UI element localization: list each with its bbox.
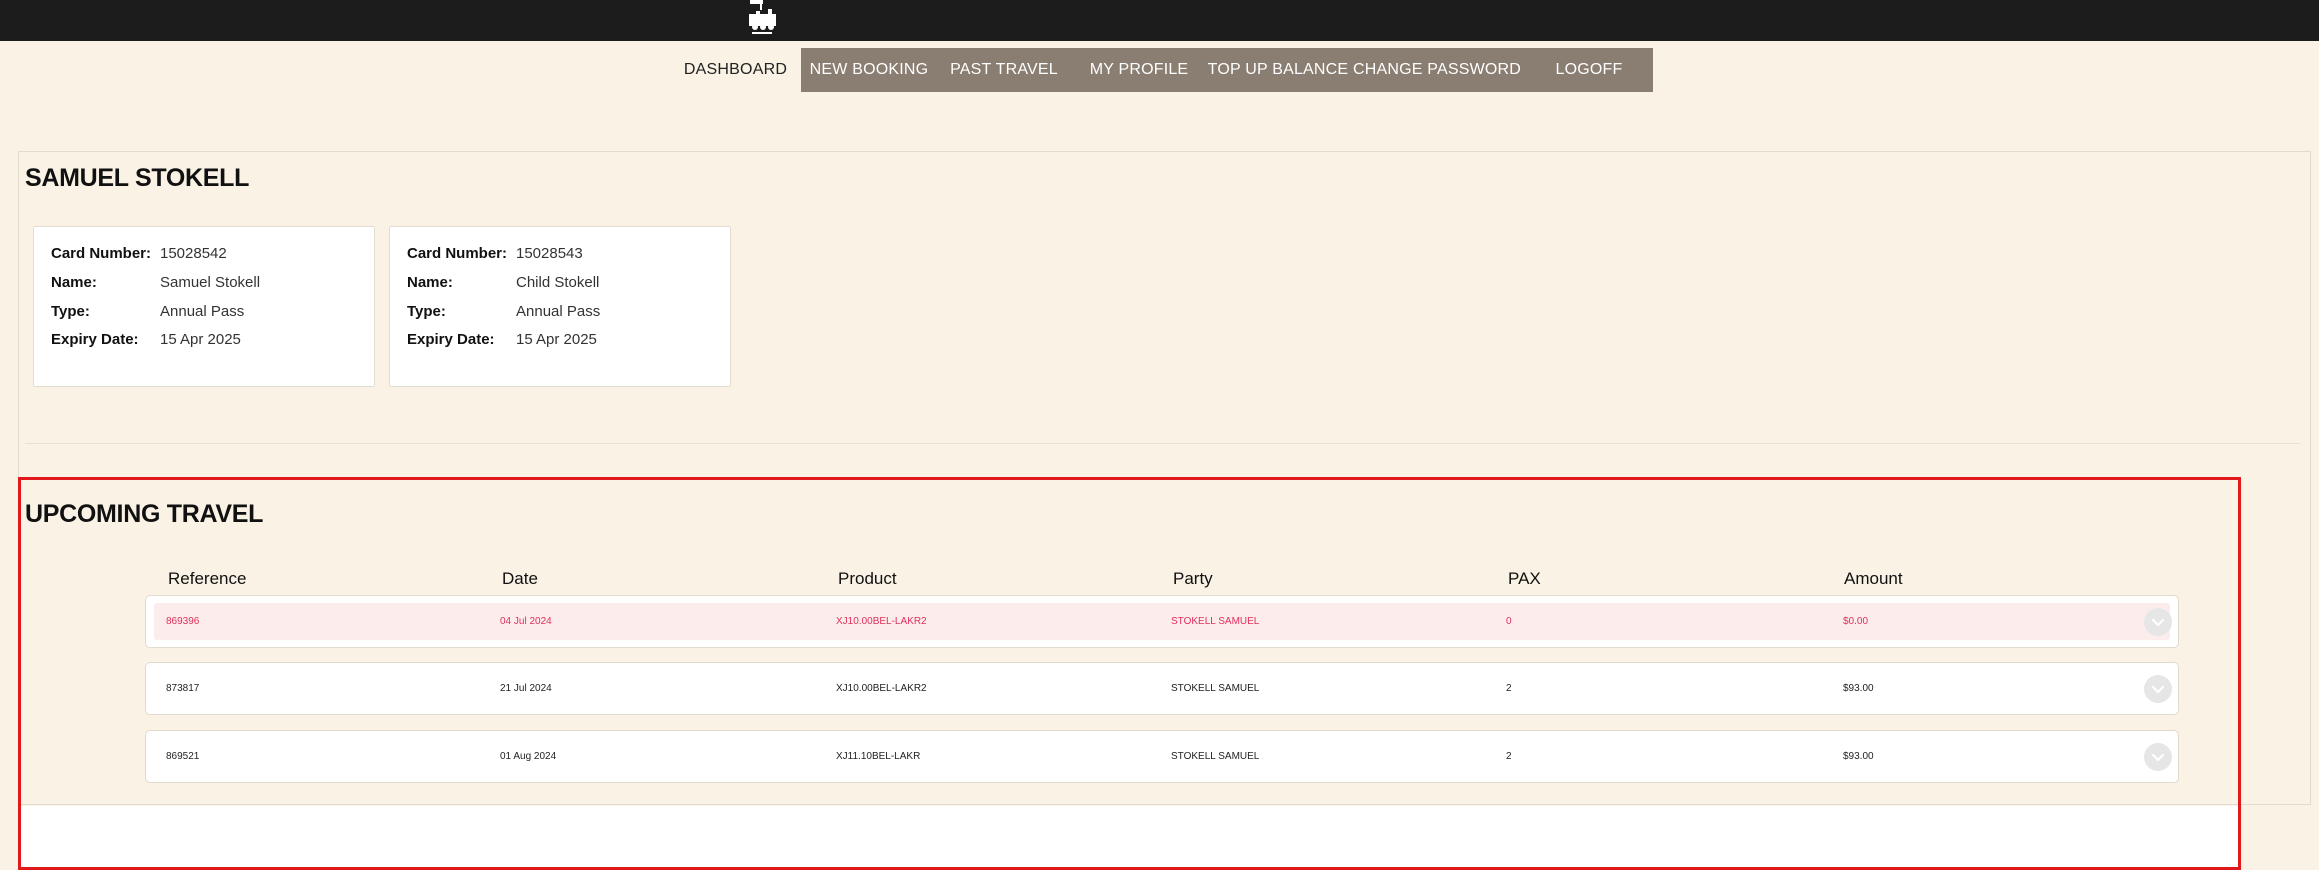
nav-past-travel[interactable]: PAST TRAVEL — [937, 48, 1071, 92]
train-logo-icon[interactable] — [746, 0, 782, 36]
card-number-value: 15028542 — [160, 245, 227, 262]
column-header-reference: Reference — [168, 569, 247, 588]
card-number-key: Card Number: — [51, 245, 152, 262]
nav-new-booking[interactable]: NEW BOOKING — [801, 48, 937, 92]
card-name-key: Name: — [407, 273, 453, 291]
card-expiry-row: Expiry Date: 15 Apr 2025 — [51, 326, 374, 355]
table-row[interactable]: 869396 04 Jul 2024 XJ10.00BEL-LAKR2 STOK… — [145, 595, 2179, 648]
cell-party: STOKELL SAMUEL — [1171, 751, 1260, 762]
cell-product: XJ11.10BEL-LAKR — [836, 751, 921, 762]
cell-date: 01 Aug 2024 — [500, 751, 557, 762]
table-row[interactable]: 873817 21 Jul 2024 XJ10.00BEL-LAKR2 STOK… — [145, 662, 2179, 715]
cell-product: XJ10.00BEL-LAKR2 — [836, 683, 927, 694]
expand-row-button[interactable] — [2144, 743, 2172, 771]
cell-amount: $93.00 — [1843, 751, 1874, 762]
nav-dashboard[interactable]: DASHBOARD — [670, 48, 801, 92]
cell-reference: 869396 — [166, 616, 200, 627]
chevron-down-icon — [2151, 618, 2165, 627]
nav-change-password[interactable]: CHANGE PASSWORD — [1349, 48, 1525, 92]
top-bar — [0, 0, 2319, 41]
cell-amount: $0.00 — [1843, 616, 1869, 627]
card-name-key: Name: — [51, 273, 97, 291]
card-type-row: Type: Annual Pass — [407, 298, 730, 327]
cell-pax: 2 — [1506, 751, 1512, 762]
upcoming-travel-heading: UPCOMING TRAVEL — [25, 500, 264, 528]
empty-area — [21, 806, 2238, 867]
card-number-row: Card Number: 15028543 — [407, 240, 730, 269]
row-background: 869396 04 Jul 2024 XJ10.00BEL-LAKR2 STOK… — [154, 603, 2170, 640]
card-name-row: Name: Child Stokell — [407, 269, 730, 298]
card-expiry-value: 15 Apr 2025 — [160, 331, 241, 349]
cell-pax: 2 — [1506, 683, 1512, 694]
card-number-row: Card Number: 15028542 — [51, 240, 374, 269]
nav-logoff[interactable]: LOGOFF — [1525, 48, 1653, 92]
row-background: 869521 01 Aug 2024 XJ11.10BEL-LAKR STOKE… — [154, 738, 2170, 775]
cell-party: STOKELL SAMUEL — [1171, 683, 1260, 694]
cell-amount: $93.00 — [1843, 683, 1874, 694]
card-number-key: Card Number: — [407, 245, 508, 262]
main-nav: DASHBOARD NEW BOOKING PAST TRAVEL MY PRO… — [670, 48, 1653, 92]
card-name-row: Name: Samuel Stokell — [51, 269, 374, 298]
section-divider — [25, 443, 2300, 444]
card-expiry-row: Expiry Date: 15 Apr 2025 — [407, 326, 730, 355]
pass-card: Card Number: 15028543 Name: Child Stokel… — [389, 226, 731, 387]
card-name-value: Samuel Stokell — [160, 273, 261, 291]
column-header-product: Product — [838, 569, 897, 588]
cell-reference: 869521 — [166, 751, 200, 762]
cell-pax: 0 — [1506, 616, 1512, 627]
table-row[interactable]: 869521 01 Aug 2024 XJ11.10BEL-LAKR STOKE… — [145, 730, 2179, 783]
card-type-row: Type: Annual Pass — [51, 298, 374, 327]
column-header-date: Date — [502, 569, 538, 588]
expand-row-button[interactable] — [2144, 608, 2172, 636]
pass-card: Card Number: 15028542 Name: Samuel Stoke… — [33, 226, 375, 387]
column-header-pax: PAX — [1508, 569, 1541, 588]
card-expiry-key: Expiry Date: — [407, 331, 495, 349]
cell-party: STOKELL SAMUEL — [1171, 616, 1260, 627]
row-background: 873817 21 Jul 2024 XJ10.00BEL-LAKR2 STOK… — [154, 670, 2170, 707]
column-header-party: Party — [1173, 569, 1213, 588]
card-type-key: Type: — [51, 302, 90, 320]
chevron-down-icon — [2151, 753, 2165, 762]
table-header: Reference Date Product Party PAX Amount — [145, 569, 2179, 591]
card-type-value: Annual Pass — [516, 302, 601, 320]
expand-row-button[interactable] — [2144, 675, 2172, 703]
card-expiry-value: 15 Apr 2025 — [516, 331, 597, 349]
profile-name-heading: SAMUEL STOKELL — [25, 164, 250, 192]
nav-my-profile[interactable]: MY PROFILE — [1071, 48, 1207, 92]
chevron-down-icon — [2151, 685, 2165, 694]
card-name-value: Child Stokell — [516, 273, 600, 291]
cell-date: 21 Jul 2024 — [500, 683, 552, 694]
card-number-value: 15028543 — [516, 245, 583, 262]
cell-date: 04 Jul 2024 — [500, 616, 552, 627]
card-type-value: Annual Pass — [160, 302, 245, 320]
card-expiry-key: Expiry Date: — [51, 331, 139, 349]
card-type-key: Type: — [407, 302, 446, 320]
nav-top-up-balance[interactable]: TOP UP BALANCE — [1207, 48, 1349, 92]
cell-product: XJ10.00BEL-LAKR2 — [836, 616, 927, 627]
cell-reference: 873817 — [166, 683, 200, 694]
column-header-amount: Amount — [1844, 569, 1903, 588]
